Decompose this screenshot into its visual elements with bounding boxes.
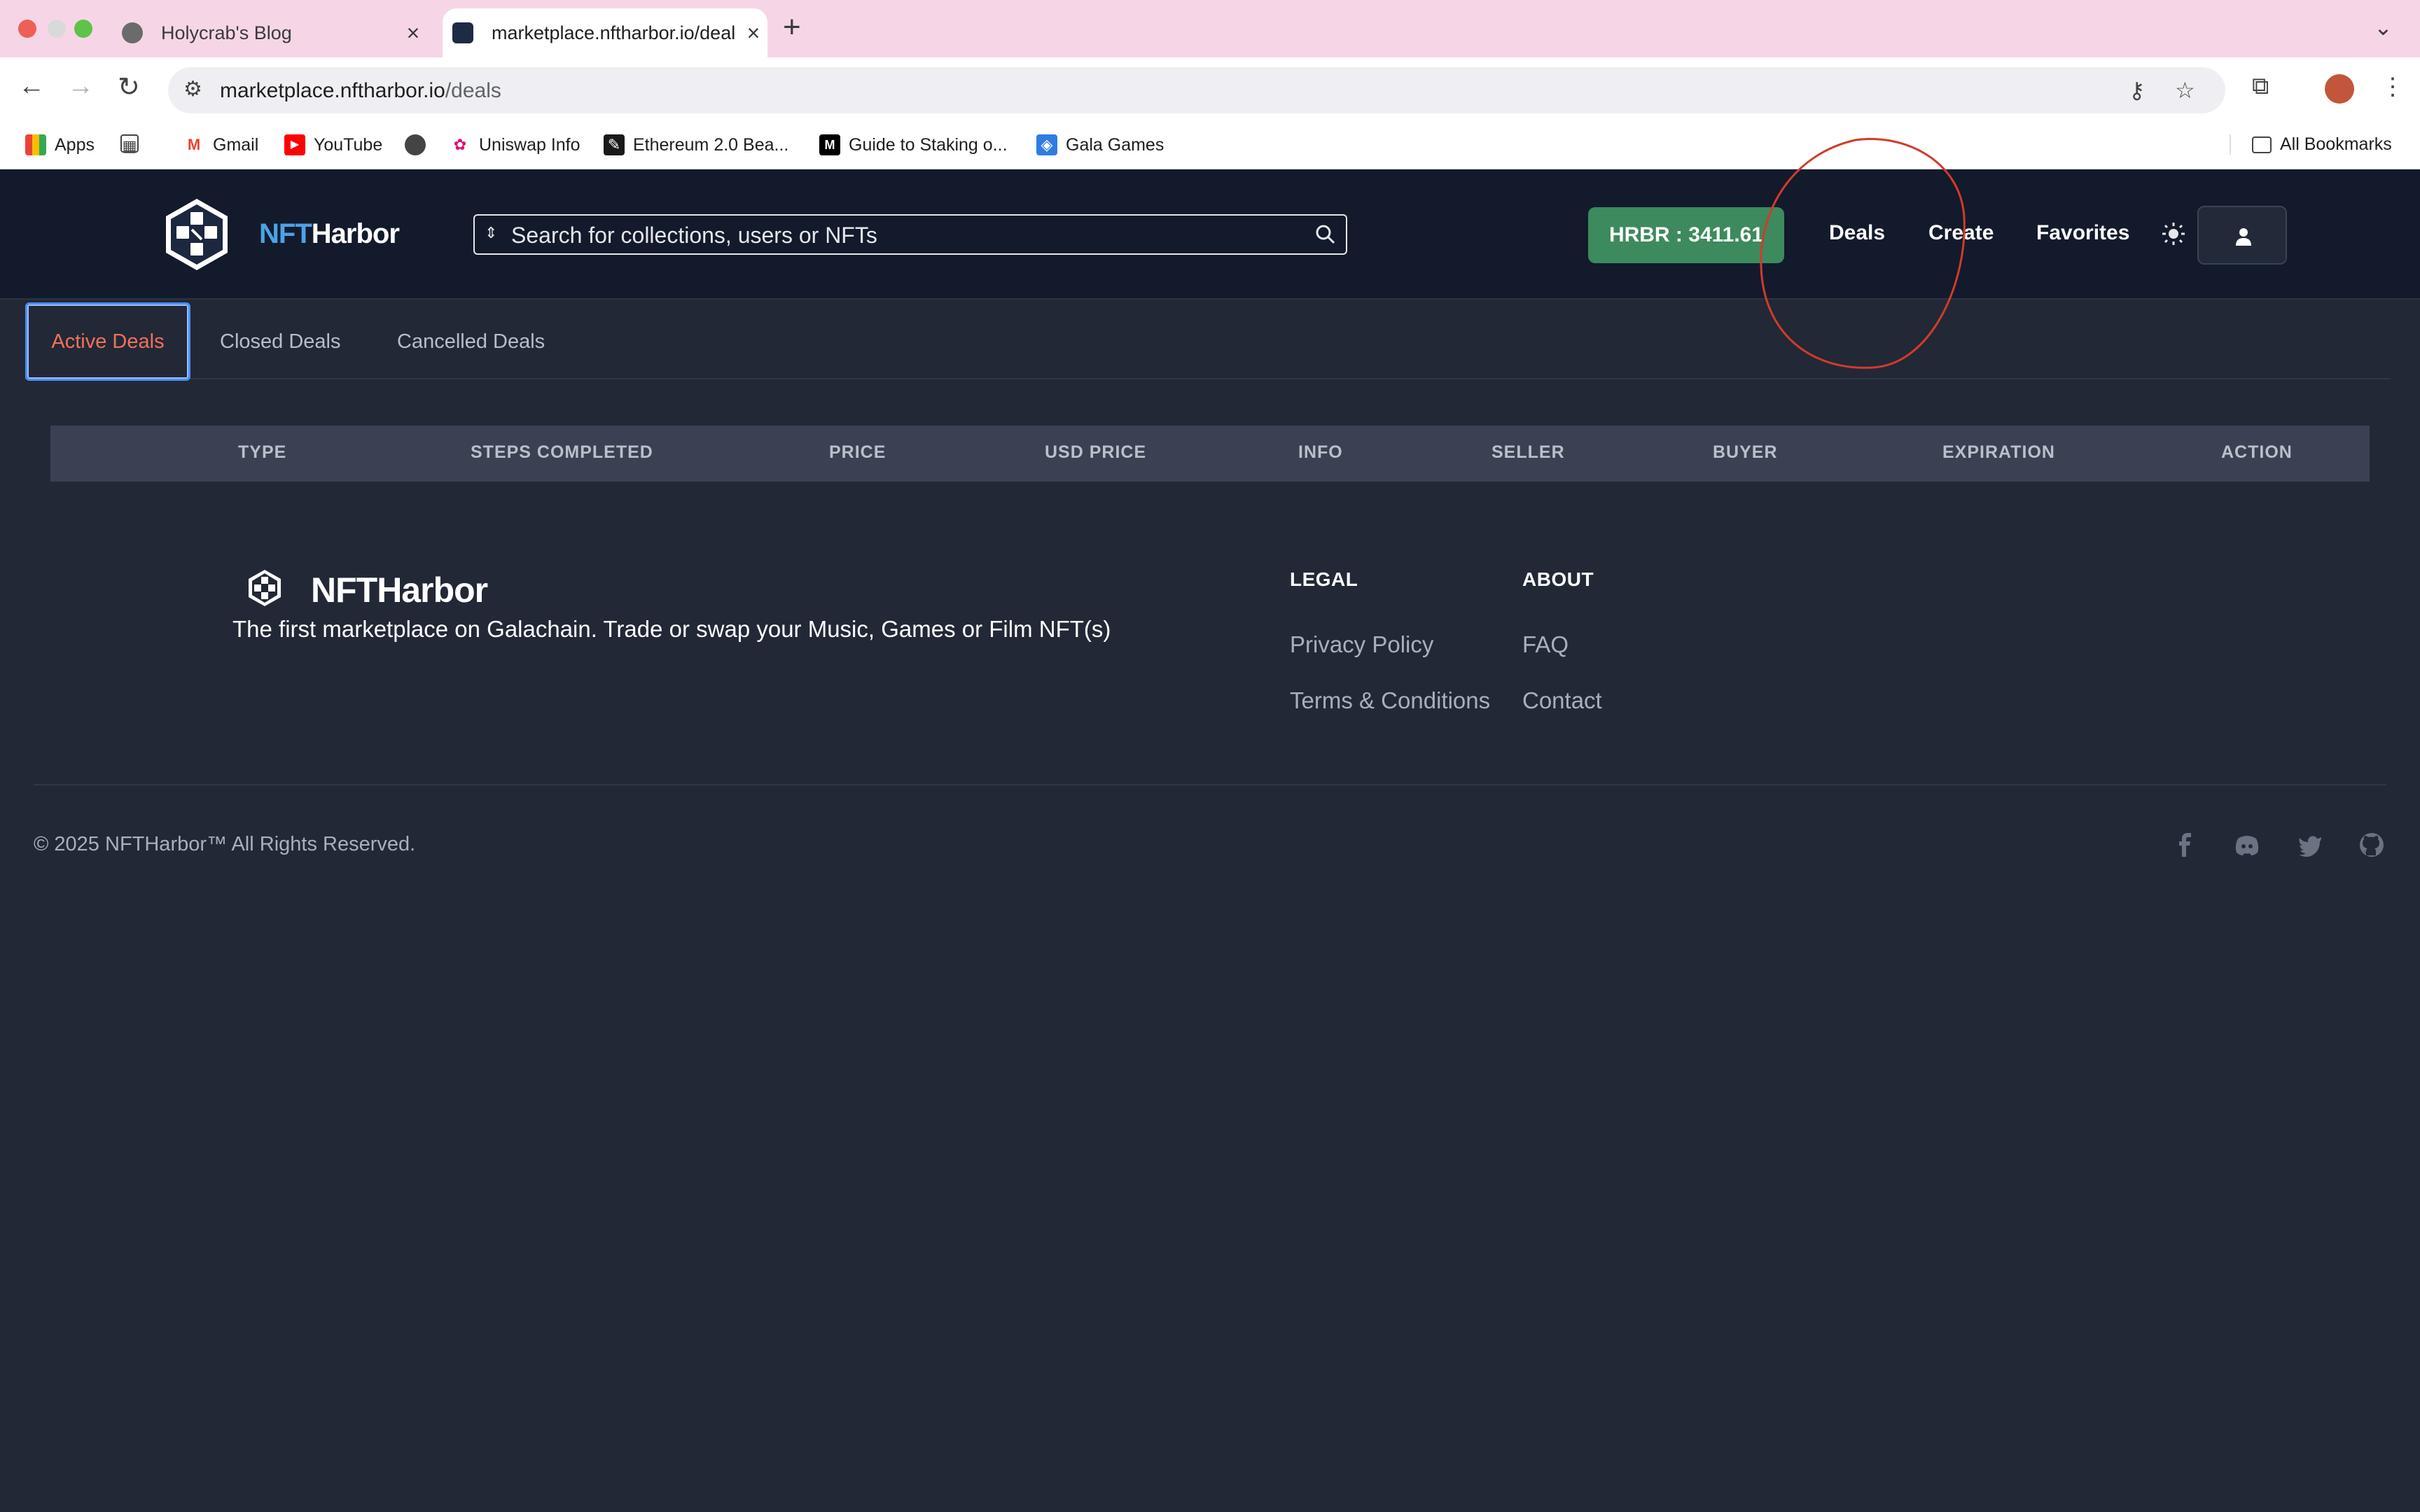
- copyright-text: © 2025 NFTHarbor™ All Rights Reserved.: [34, 833, 416, 855]
- search-icon[interactable]: [1315, 224, 1336, 245]
- tab-groups-icon[interactable]: ▦: [120, 134, 147, 155]
- facebook-icon[interactable]: [2172, 832, 2199, 858]
- column-header-type: TYPE: [238, 442, 287, 462]
- footer-link-terms-conditions[interactable]: Terms & Conditions: [1290, 687, 1490, 714]
- uniswap-icon: ✿: [450, 134, 471, 155]
- column-header-action: ACTION: [2221, 442, 2293, 462]
- footer-legal-heading: LEGAL: [1290, 568, 1358, 590]
- footer-link-contact[interactable]: Contact: [1522, 687, 1602, 714]
- column-header-info: INFO: [1298, 442, 1343, 462]
- deals-table-header: TYPE STEPS COMPLETED PRICE USD PRICE INF…: [50, 426, 2370, 482]
- nftharbor-logo-icon[interactable]: [158, 196, 235, 273]
- apps-grid-icon: [25, 134, 46, 155]
- tab-title: marketplace.nftharbor.io/deal: [492, 22, 736, 43]
- forward-icon[interactable]: →: [67, 71, 94, 102]
- tab-close-icon[interactable]: ×: [739, 20, 767, 46]
- extensions-icon[interactable]: ⧉: [2252, 73, 2269, 100]
- bookmark-globe[interactable]: [405, 134, 434, 155]
- discord-icon[interactable]: [2234, 832, 2260, 858]
- column-header-seller: SELLER: [1491, 442, 1565, 462]
- gmail-icon: M: [183, 134, 204, 155]
- bookmark-gala[interactable]: ◈ Gala Games: [1036, 134, 1164, 155]
- nav-deals[interactable]: Deals: [1829, 221, 1885, 245]
- tab-cancelled-deals[interactable]: Cancelled Deals: [397, 302, 545, 381]
- folder-icon: [2252, 136, 2272, 153]
- brand-name[interactable]: NFTHarbor: [259, 218, 400, 250]
- url-text[interactable]: marketplace.nftharbor.io/deals: [220, 79, 501, 103]
- address-bar[interactable]: ⚙ marketplace.nftharbor.io/deals ⚷ ☆: [168, 67, 2225, 113]
- browser-tab-blog[interactable]: Holycrab's Blog ×: [112, 8, 427, 57]
- gala-icon: ◈: [1036, 134, 1057, 155]
- github-icon[interactable]: [2358, 832, 2385, 858]
- user-icon: [2236, 228, 2251, 246]
- globe-icon: [122, 22, 143, 43]
- footer-link-faq[interactable]: FAQ: [1522, 631, 1569, 658]
- window-zoom-button[interactable]: [74, 20, 92, 38]
- nav-favorites[interactable]: Favorites: [2036, 221, 2129, 245]
- column-header-usd-price: USD PRICE: [1045, 442, 1147, 462]
- column-header-expiration: EXPIRATION: [1942, 442, 2055, 462]
- browser-tab-strip: Holycrab's Blog × marketplace.nftharbor.…: [0, 0, 2420, 57]
- deal-tabs: Active Deals Closed Deals Cancelled Deal…: [24, 302, 2391, 381]
- footer-logo-icon[interactable]: [245, 568, 284, 608]
- site-header: NFTHarbor ⇕ HRBR : 3411.61 Deals Create …: [0, 169, 2420, 300]
- hrbr-balance-button[interactable]: HRBR : 3411.61: [1588, 207, 1784, 263]
- bookmark-gmail[interactable]: M Gmail: [183, 134, 258, 155]
- column-header-steps-completed: STEPS COMPLETED: [471, 442, 653, 462]
- footer-divider: [34, 784, 2386, 785]
- search-scope-select-icon[interactable]: ⇕: [485, 224, 497, 242]
- tab-search-chevron-icon[interactable]: ⌄: [2374, 14, 2393, 41]
- browser-tab-deals[interactable]: marketplace.nftharbor.io/deal ×: [443, 8, 767, 57]
- tab-closed-deals[interactable]: Closed Deals: [220, 302, 340, 381]
- globe-icon: [405, 134, 426, 155]
- password-key-icon[interactable]: ⚷: [2129, 77, 2145, 104]
- twitter-icon[interactable]: [2297, 832, 2323, 858]
- bookmark-youtube[interactable]: ▶ YouTube: [284, 134, 382, 155]
- bookmark-apps[interactable]: Apps: [25, 134, 95, 155]
- column-header-buyer: BUYER: [1713, 442, 1778, 462]
- footer-link-privacy-policy[interactable]: Privacy Policy: [1290, 631, 1433, 658]
- column-header-price: PRICE: [829, 442, 886, 462]
- user-menu-button[interactable]: [2197, 206, 2287, 265]
- search-bar[interactable]: ⇕: [473, 214, 1347, 255]
- browser-toolbar: ← → ↻ ⚙ marketplace.nftharbor.io/deals ⚷…: [0, 57, 2420, 120]
- search-input[interactable]: [511, 220, 1281, 251]
- tab-title: Holycrab's Blog: [161, 22, 292, 43]
- window-minimize-button[interactable]: [48, 20, 66, 38]
- footer-about-heading: ABOUT: [1522, 568, 1594, 590]
- reload-icon[interactable]: ↻: [118, 71, 140, 103]
- ethereum-icon: ✎: [604, 134, 625, 155]
- youtube-icon: ▶: [284, 134, 305, 155]
- bookmark-star-icon[interactable]: ☆: [2175, 77, 2195, 104]
- bookmark-medium[interactable]: M Guide to Staking o...: [819, 134, 1008, 155]
- all-bookmarks[interactable]: All Bookmarks: [2230, 134, 2392, 155]
- bookmarks-bar: Apps ▦ M Gmail ▶ YouTube ✿ Uniswap Info …: [0, 120, 2420, 169]
- medium-icon: M: [819, 134, 840, 155]
- profile-avatar[interactable]: [2325, 74, 2354, 104]
- site-info-icon[interactable]: ⚙: [183, 77, 202, 102]
- theme-toggle-sun-icon[interactable]: [2161, 221, 2186, 246]
- nav-create[interactable]: Create: [1928, 221, 1994, 245]
- footer-brand[interactable]: NFTHarbor: [311, 570, 488, 610]
- new-tab-icon[interactable]: +: [783, 10, 801, 45]
- bookmark-uniswap[interactable]: ✿ Uniswap Info: [450, 134, 580, 155]
- tab-close-icon[interactable]: ×: [399, 20, 427, 46]
- browser-menu-icon[interactable]: ⋮: [2381, 73, 2405, 101]
- nftharbor-favicon-icon: [452, 22, 473, 43]
- back-icon[interactable]: ←: [18, 71, 45, 102]
- bookmark-ethereum[interactable]: ✎ Ethereum 2.0 Bea...: [604, 134, 788, 155]
- tab-active-deals[interactable]: Active Deals: [25, 302, 190, 381]
- footer-tagline: The first marketplace on Galachain. Trad…: [232, 616, 1111, 642]
- window-close-button[interactable]: [18, 20, 36, 38]
